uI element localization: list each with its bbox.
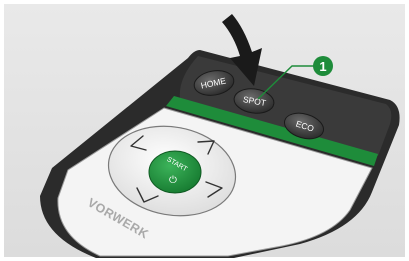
- callout-number: 1: [319, 59, 326, 74]
- callout-badge: 1: [313, 56, 333, 76]
- remote-control-illustration: HOME SPOT ECO START ⏻ VORWERK 1: [0, 0, 409, 261]
- power-icon: ⏻: [169, 175, 177, 186]
- start-button[interactable]: START ⏻: [148, 150, 202, 194]
